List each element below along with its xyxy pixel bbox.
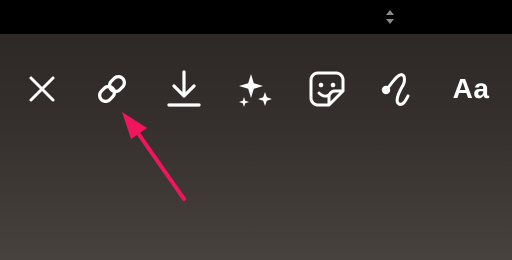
effects-button[interactable] xyxy=(236,66,276,112)
draw-button[interactable] xyxy=(377,66,417,112)
story-editor-toolbar: Aa xyxy=(0,66,512,112)
annotation-arrow xyxy=(122,112,186,201)
text-tool-label: Aa xyxy=(452,73,490,104)
link-button[interactable] xyxy=(92,66,132,112)
sticker-button[interactable] xyxy=(307,66,347,112)
status-bar xyxy=(0,0,512,34)
link-icon xyxy=(98,75,126,103)
close-button[interactable] xyxy=(22,66,62,112)
close-icon xyxy=(29,76,55,102)
sticker-icon xyxy=(309,71,345,107)
download-icon xyxy=(167,70,201,107)
squiggle-pen-icon xyxy=(381,73,410,106)
text-button[interactable]: Aa xyxy=(444,66,498,112)
up-down-arrows-icon xyxy=(386,10,394,24)
download-button[interactable] xyxy=(164,66,204,112)
sparkles-icon xyxy=(239,74,272,107)
